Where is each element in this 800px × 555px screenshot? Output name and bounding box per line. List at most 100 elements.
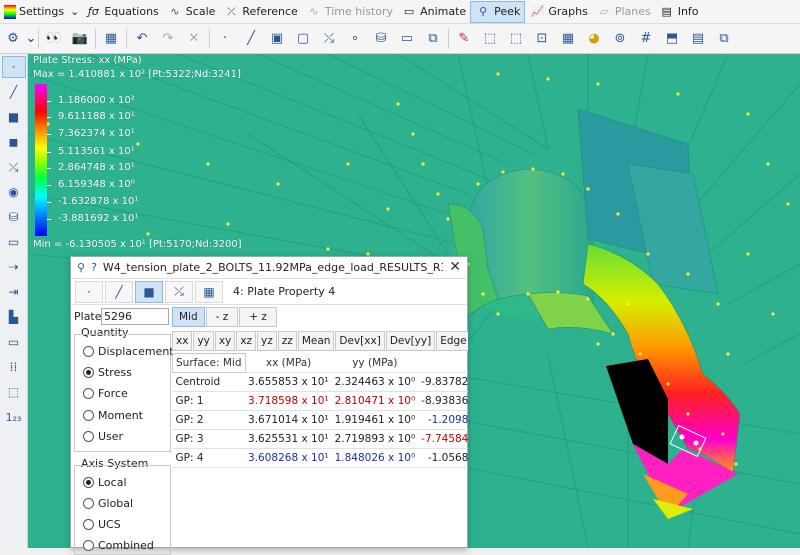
component-xx-button[interactable]: xx <box>172 331 193 351</box>
hash-icon[interactable]: # <box>633 27 659 51</box>
delete-icon[interactable]: ✕ <box>181 27 207 51</box>
component-yy-button[interactable]: yy <box>193 331 214 351</box>
layer-plus-z-button[interactable]: + z <box>239 307 277 327</box>
legend-tick <box>47 168 51 169</box>
menu-settings[interactable]: Settings <box>0 1 68 23</box>
menu-scale[interactable]: ∿ Scale <box>163 1 220 23</box>
radio-global[interactable]: Global <box>83 497 133 510</box>
table-row[interactable]: Centroid 3.655853 x 10¹ 2.324463 x 10⁰ -… <box>172 372 468 392</box>
menu-animate[interactable]: ▭ Animate <box>397 1 470 23</box>
arrow-tool-icon[interactable]: ⇢ <box>2 256 26 278</box>
layer-mid-button[interactable]: Mid <box>172 307 205 327</box>
tab-link-icon[interactable]: ⤯ <box>165 280 193 303</box>
component-dev-xx-button[interactable]: Dev[xx] <box>335 331 385 351</box>
radio-ucs[interactable]: UCS <box>83 518 121 531</box>
layer-minus-z-button[interactable]: - z <box>205 307 239 327</box>
table-row[interactable]: GP: 2 3.671014 x 10¹ 1.919461 x 10⁰ -1.2… <box>172 410 468 430</box>
cylinder-icon[interactable]: ⛁ <box>368 27 394 51</box>
color-shapes-icon[interactable]: ◕ <box>581 27 607 51</box>
component-edge-support-button[interactable]: Edge Suppo <box>436 331 468 351</box>
dialog-results-panel: Mid - z + z xx yy xy xz yz zz Mean Dev[x… <box>172 307 468 547</box>
beam-icon[interactable]: ╱ <box>238 27 264 51</box>
cylinder-tool-icon[interactable]: ⛁ <box>2 206 26 228</box>
node-icon[interactable]: · <box>212 27 238 51</box>
view-options-icon[interactable]: ⬒ <box>659 27 685 51</box>
legend-value: 6.159348 x 10⁰ <box>58 179 135 190</box>
table-row[interactable]: GP: 4 3.608268 x 10¹ 1.848026 x 10⁰ -1.0… <box>172 448 468 468</box>
menu-time-history[interactable]: ∿ Time history <box>302 1 397 23</box>
menu-planes[interactable]: ▱ Planes <box>592 1 655 23</box>
radio-local[interactable]: Local <box>83 476 127 489</box>
windows-icon[interactable]: ⧉ <box>711 27 737 51</box>
close-icon[interactable]: ✕ <box>449 259 461 275</box>
point-tool-icon[interactable]: ◉ <box>2 181 26 203</box>
camera-icon[interactable]: 📷 <box>67 27 93 51</box>
component-xz-button[interactable]: xz <box>236 331 257 351</box>
radio-label: Global <box>98 497 134 510</box>
menu-graphs[interactable]: 📈 Graphs <box>525 1 591 23</box>
menu-peek[interactable]: ⚲ Peek <box>470 0 526 23</box>
component-dev-yy-button[interactable]: Dev[yy] <box>385 331 436 351</box>
frame-tool-icon[interactable]: ⬚ <box>2 381 26 403</box>
beam-tool-icon[interactable]: ╱ <box>2 81 26 103</box>
radio-user[interactable]: User <box>83 430 123 443</box>
legend-title: Plate Stress: xx (MPa) <box>33 55 142 66</box>
brick-tool-icon[interactable]: ◼ <box>2 131 26 153</box>
dots-grid-icon[interactable]: ⁞⁞ <box>2 356 26 378</box>
select-poly-icon[interactable]: ⬚ <box>503 27 529 51</box>
tab-beam-icon[interactable]: ╱ <box>105 280 133 303</box>
panel-tool-icon[interactable]: ▙ <box>2 306 26 328</box>
copy-icon[interactable]: ⧉ <box>420 27 446 51</box>
section-tool-icon[interactable]: ▭ <box>2 231 26 253</box>
component-yz-button[interactable]: yz <box>257 331 277 351</box>
select-rect-icon[interactable]: ⬚ <box>477 27 503 51</box>
radio-displacement[interactable]: Displacement <box>83 345 174 358</box>
plate-label: Plate <box>74 310 102 323</box>
table-icon[interactable]: ▦ <box>555 27 581 51</box>
node-tool-icon[interactable]: · <box>1 56 26 78</box>
screen-tool-icon[interactable]: ▭ <box>2 331 26 353</box>
dialog-title-bar[interactable]: ⚲ ? W4_tension_plate_2_BOLTS_11.92MPa_ed… <box>71 257 467 279</box>
select-all-icon[interactable]: ⊡ <box>529 27 555 51</box>
point-icon[interactable]: ∘ <box>342 27 368 51</box>
undo-icon[interactable]: ↶ <box>129 27 155 51</box>
tab-plate-icon[interactable]: ■ <box>135 280 163 303</box>
planes-icon: ▱ <box>599 4 609 18</box>
link-icon[interactable]: ⤯ <box>316 27 342 51</box>
tab-node-icon[interactable]: · <box>75 280 103 303</box>
table-row[interactable]: GP: 3 3.625531 x 10¹ 2.719893 x 10⁰ -7.7… <box>172 429 468 449</box>
radio-stress[interactable]: Stress <box>83 366 132 379</box>
settings-gear-icon[interactable]: ⚙ <box>0 27 26 51</box>
menu-reference[interactable]: ⤫ Reference <box>219 1 301 23</box>
menu-settings-dropdown[interactable]: ⌄ <box>68 1 81 23</box>
plate-tool-icon[interactable]: ■ <box>2 106 26 128</box>
filter-icon[interactable]: ⊚ <box>607 27 633 51</box>
radio-force[interactable]: Force <box>83 387 128 400</box>
tab-calculator-icon[interactable]: ▦ <box>195 280 223 303</box>
component-mean-button[interactable]: Mean <box>297 331 335 351</box>
component-zz-button[interactable]: zz <box>277 331 297 351</box>
grid-view-icon[interactable]: ▦ <box>98 27 124 51</box>
link-tool-icon[interactable]: ⤯ <box>2 156 26 178</box>
table-row[interactable]: GP: 1 3.718598 x 10¹ 2.810471 x 10⁰ -8.9… <box>172 391 468 411</box>
export-tool-icon[interactable]: ⇥ <box>2 281 26 303</box>
chevron-down-icon[interactable]: ⌄ <box>26 27 37 51</box>
help-icon[interactable]: ? <box>91 261 97 274</box>
legend-min: Min = -6.130505 x 10¹ [Pt:5170;Nd:3200] <box>33 239 242 250</box>
brick-icon[interactable]: ▢ <box>290 27 316 51</box>
component-xy-button[interactable]: xy <box>214 331 236 351</box>
legend-value: 5.113561 x 10¹ <box>58 146 135 157</box>
numbering-icon[interactable]: 1₂₃ <box>2 406 26 428</box>
radio-moment[interactable]: Moment <box>83 409 143 422</box>
redo-icon[interactable]: ↷ <box>155 27 181 51</box>
radio-combined[interactable]: Combined <box>83 539 154 552</box>
menu-equations[interactable]: ƒσ Equations <box>81 1 162 23</box>
section-icon[interactable]: ▭ <box>394 27 420 51</box>
plate-icon[interactable]: ▣ <box>264 27 290 51</box>
menu-info[interactable]: ▤ Info <box>655 1 703 23</box>
pencil-icon[interactable]: ✎ <box>451 27 477 51</box>
binoculars-icon[interactable]: 👀 <box>41 27 67 51</box>
display-icon[interactable]: ▤ <box>685 27 711 51</box>
plate-number-input[interactable]: 5296 <box>101 308 169 325</box>
table-cell: 3.625531 x 10¹ <box>245 429 332 449</box>
